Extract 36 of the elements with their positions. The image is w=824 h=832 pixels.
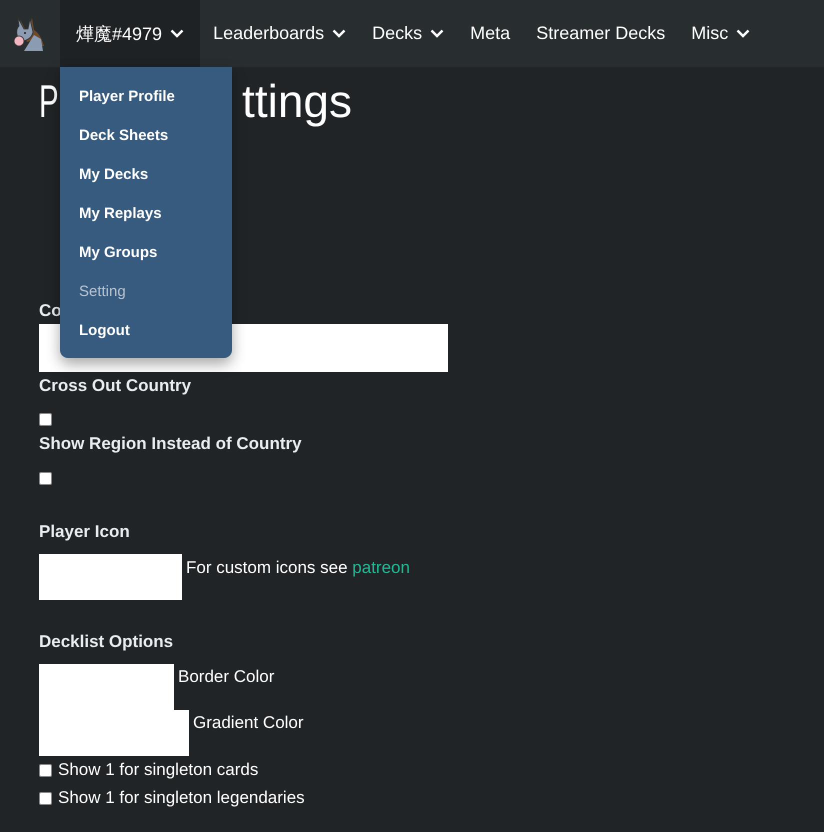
section-heading: Decklist Options bbox=[39, 631, 174, 653]
menu-item[interactable]: My Decks bbox=[60, 155, 232, 194]
checkbox-label: Cross Out Country bbox=[39, 375, 192, 397]
color-label: Border Color bbox=[178, 666, 274, 688]
checkbox-label: Show 1 for singleton legendaries bbox=[58, 787, 305, 809]
color-label: Gradient Color bbox=[193, 712, 304, 734]
nav-menu-item[interactable]: Leaderboards bbox=[200, 0, 360, 67]
chevron-down-icon bbox=[332, 29, 346, 38]
menu-item[interactable]: My Groups bbox=[60, 233, 232, 272]
menu-item[interactable]: Setting bbox=[60, 272, 232, 311]
checkbox-label: Show 1 for singleton cards bbox=[58, 759, 258, 781]
checkbox-label: Show Region Instead of Country bbox=[39, 433, 302, 455]
nav-menu-item[interactable]: Streamer Decks bbox=[523, 0, 678, 67]
checkbox[interactable] bbox=[39, 413, 52, 426]
chevron-down-icon bbox=[170, 29, 184, 38]
color-picker[interactable] bbox=[39, 710, 189, 756]
menu-item[interactable]: Logout bbox=[60, 311, 232, 350]
menu-item[interactable]: Deck Sheets bbox=[60, 116, 232, 155]
chevron-down-icon bbox=[430, 29, 444, 38]
nav-menu-item[interactable]: Misc bbox=[678, 0, 764, 67]
page-title: P bbox=[39, 74, 59, 129]
menu-item[interactable]: Player Profile bbox=[60, 77, 232, 116]
nav-menu-item[interactable]: Meta bbox=[457, 0, 524, 67]
checkbox[interactable] bbox=[39, 792, 52, 804]
menu-item[interactable]: My Replays bbox=[60, 194, 232, 233]
checkbox[interactable] bbox=[39, 764, 52, 776]
patreon-note: For custom icons see patreon bbox=[186, 557, 410, 579]
checkbox[interactable] bbox=[39, 472, 52, 485]
page-title: ttings bbox=[242, 74, 352, 129]
nav-menu-item[interactable]: Decks bbox=[359, 0, 458, 67]
patreon-link[interactable]: patreon bbox=[352, 558, 410, 577]
section-heading: Player Icon bbox=[39, 521, 130, 543]
color-picker[interactable] bbox=[39, 664, 174, 710]
nav-menu-item[interactable]: 燁魔#4979 bbox=[60, 0, 200, 67]
chevron-down-icon bbox=[736, 29, 750, 38]
country-label: Co bbox=[39, 300, 62, 322]
